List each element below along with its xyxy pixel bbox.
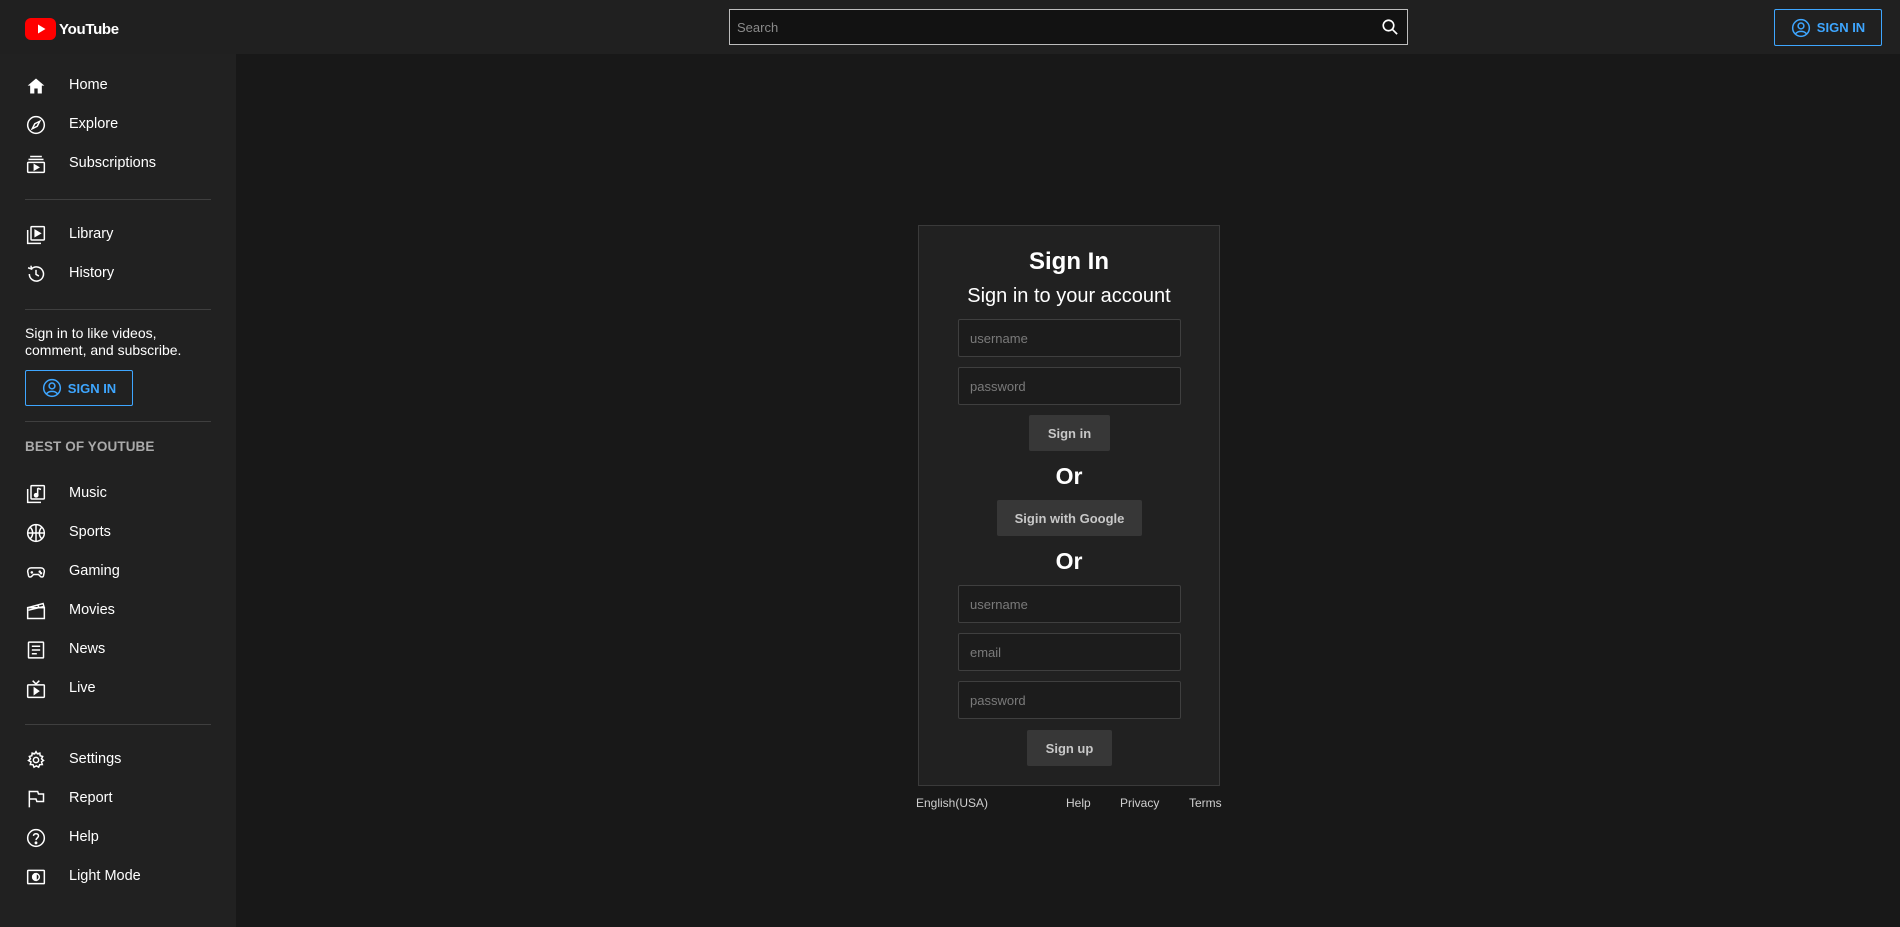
sidebar-item-label: Explore (69, 116, 119, 132)
or-separator: Or (1055, 548, 1083, 574)
sidebar-item-label: Gaming (69, 563, 120, 579)
header-signin-label: SIGN IN (1816, 20, 1866, 35)
or-separator: Or (1055, 463, 1083, 489)
footer-terms-link[interactable]: Terms (1189, 796, 1222, 810)
sidebar-item-label: Home (69, 77, 108, 93)
sidebar-item-history[interactable]: History (0, 254, 236, 293)
sidebar-signin-button[interactable]: SIGN IN (25, 370, 133, 406)
sidebar-item-label: News (69, 641, 106, 657)
sidebar-item-label: Report (69, 790, 113, 806)
youtube-play-icon (25, 18, 56, 40)
account-icon (1791, 18, 1810, 37)
header-signin-button[interactable]: SIGN IN (1774, 9, 1882, 46)
library-icon (25, 224, 47, 246)
logo-text: YouTube (59, 20, 119, 38)
sidebar-item-movies[interactable]: Movies (0, 591, 236, 630)
signin-subtitle: Sign in to your account (967, 285, 1171, 307)
signin-promo-text: Sign in to like videos, comment, and sub… (25, 325, 182, 358)
best-of-youtube-heading: BEST OF YOUTUBE (25, 439, 155, 454)
sports-icon (25, 522, 47, 544)
sidebar-divider (25, 309, 211, 310)
subscriptions-icon (25, 153, 47, 175)
help-icon (25, 827, 47, 849)
sidebar-item-label: History (69, 265, 115, 281)
sidebar-item-library[interactable]: Library (0, 215, 236, 254)
signin-button[interactable]: Sign in (1029, 415, 1110, 451)
search-button[interactable] (1373, 10, 1407, 44)
signup-button[interactable]: Sign up (1027, 730, 1112, 766)
sidebar-item-home[interactable]: Home (0, 66, 236, 105)
flag-icon (25, 788, 47, 810)
sidebar-item-news[interactable]: News (0, 630, 236, 669)
sidebar-item-label: Library (69, 226, 114, 242)
live-icon (25, 678, 47, 700)
signup-email-field[interactable] (958, 633, 1181, 671)
search-input[interactable] (730, 10, 1373, 44)
sidebar-item-report[interactable]: Report (0, 779, 236, 818)
sidebar-item-label: Sports (69, 524, 111, 540)
footer-privacy-link[interactable]: Privacy (1120, 796, 1159, 810)
sidebar-divider (25, 199, 211, 200)
sidebar-item-label: Music (69, 485, 107, 501)
signup-password-field[interactable] (958, 681, 1181, 719)
login-username-field[interactable] (958, 319, 1181, 357)
sidebar-item-label: Help (69, 829, 99, 845)
sidebar-item-label: Movies (69, 602, 115, 618)
search-icon (1382, 19, 1398, 35)
sidebar-item-live[interactable]: Live (0, 669, 236, 708)
signin-title: Sign In (1029, 248, 1109, 275)
sidebar-item-subscriptions[interactable]: Subscriptions (0, 144, 236, 183)
sidebar-item-music[interactable]: Music (0, 474, 236, 513)
search-bar (729, 9, 1408, 45)
signup-username-field[interactable] (958, 585, 1181, 623)
sidebar-item-label: Light Mode (69, 868, 141, 884)
sidebar-divider (25, 421, 211, 422)
home-icon (25, 75, 47, 97)
sidebar-item-label: Subscriptions (69, 155, 157, 171)
movies-icon (25, 600, 47, 622)
light-mode-icon (25, 866, 47, 888)
google-signin-button[interactable]: Sigin with Google (997, 500, 1142, 536)
sidebar-item-gaming[interactable]: Gaming (0, 552, 236, 591)
compass-icon (25, 114, 47, 136)
news-icon (25, 639, 47, 661)
sidebar-item-explore[interactable]: Explore (0, 105, 236, 144)
gear-icon (25, 749, 47, 771)
sidebar-item-light-mode[interactable]: Light Mode (0, 857, 236, 896)
sidebar-divider (25, 724, 211, 725)
top-bar: YouTube SIGN IN (0, 0, 1900, 54)
gaming-icon (25, 561, 47, 583)
youtube-logo[interactable]: YouTube (25, 18, 119, 40)
sidebar-item-label: Settings (69, 751, 122, 767)
language-selector[interactable]: English(USA) (916, 796, 988, 810)
footer-help-link[interactable]: Help (1066, 796, 1091, 810)
sidebar: Home Explore Subscriptions Library Histo… (0, 54, 236, 927)
sidebar-item-help[interactable]: Help (0, 818, 236, 857)
login-password-field[interactable] (958, 367, 1181, 405)
history-icon (25, 263, 47, 285)
music-icon (25, 483, 47, 505)
sidebar-item-settings[interactable]: Settings (0, 740, 236, 779)
sidebar-signin-label: SIGN IN (67, 380, 117, 396)
sidebar-item-label: Live (69, 680, 96, 696)
account-icon (42, 378, 61, 398)
signin-card: Sign In Sign in to your account Sign in … (918, 225, 1220, 786)
sidebar-item-sports[interactable]: Sports (0, 513, 236, 552)
